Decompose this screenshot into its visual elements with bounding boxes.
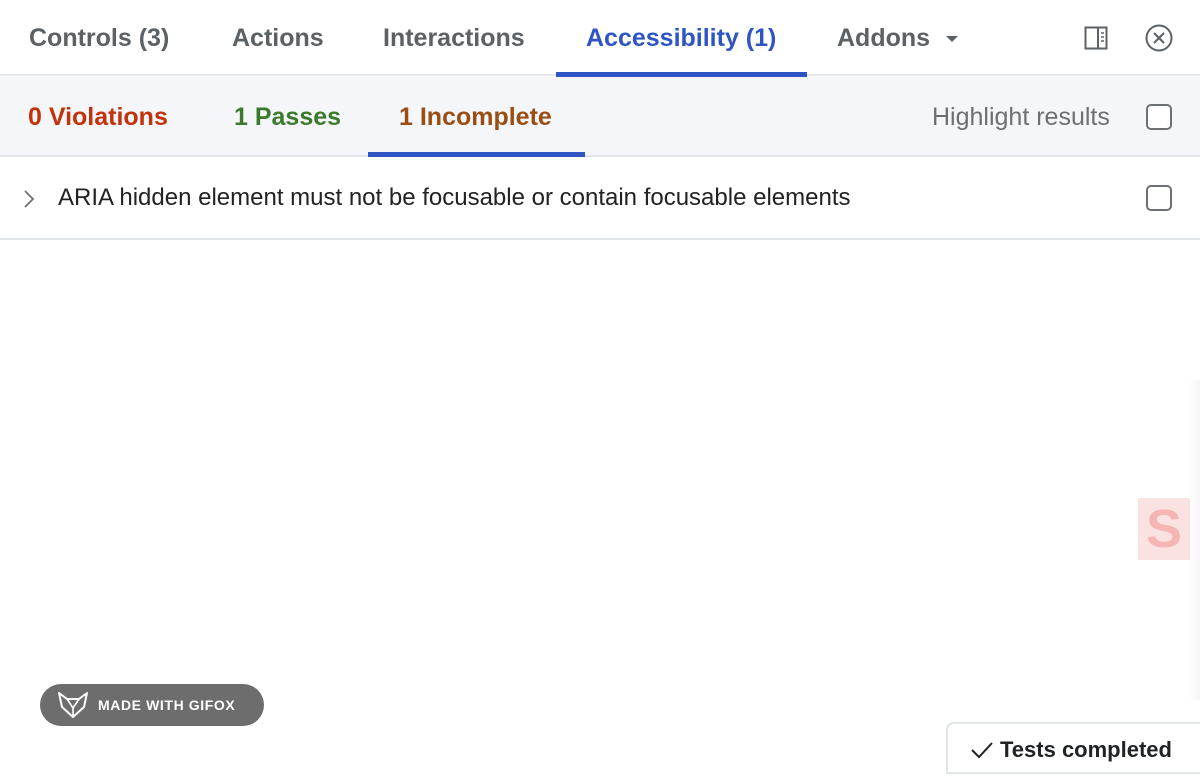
panel-toggle-icon[interactable] bbox=[1084, 26, 1108, 50]
caret-down-icon[interactable] bbox=[946, 36, 958, 42]
result-title[interactable]: ARIA hidden element must not be focusabl… bbox=[58, 157, 850, 238]
tab-accessibility[interactable]: Accessibility (1) bbox=[586, 0, 776, 76]
result-row[interactable]: ARIA hidden element must not be focusabl… bbox=[0, 157, 1200, 240]
fox-logo-icon bbox=[58, 692, 88, 718]
results-filter-bar: 0 Violations 1 Passes 1 Incomplete Highl… bbox=[0, 77, 1200, 157]
gifox-badge: MADE WITH GIFOX bbox=[40, 684, 264, 726]
tab-violations[interactable]: 0 Violations bbox=[28, 77, 168, 157]
test-status-text: Tests completed bbox=[1000, 737, 1172, 762]
highlight-results-label: Highlight results bbox=[932, 103, 1110, 131]
tab-addons-dropdown[interactable]: Addons bbox=[837, 0, 930, 76]
watermark-logo: S bbox=[1138, 498, 1190, 560]
close-icon[interactable] bbox=[1145, 24, 1173, 52]
tab-passes[interactable]: 1 Passes bbox=[234, 77, 341, 157]
addons-tab-bar: Controls (3) Actions Interactions Access… bbox=[0, 0, 1200, 77]
highlight-results-checkbox[interactable] bbox=[1146, 104, 1172, 130]
chevron-right-icon[interactable] bbox=[21, 189, 37, 209]
tab-incomplete[interactable]: 1 Incomplete bbox=[399, 77, 552, 157]
checkmark-icon bbox=[971, 742, 993, 759]
result-highlight-checkbox[interactable] bbox=[1146, 185, 1172, 211]
test-status-bar: Tests completed bbox=[946, 722, 1200, 774]
tab-actions[interactable]: Actions bbox=[232, 0, 324, 76]
tab-interactions[interactable]: Interactions bbox=[383, 0, 525, 76]
tab-controls[interactable]: Controls (3) bbox=[29, 0, 169, 76]
gifox-badge-text: MADE WITH GIFOX bbox=[98, 697, 236, 713]
